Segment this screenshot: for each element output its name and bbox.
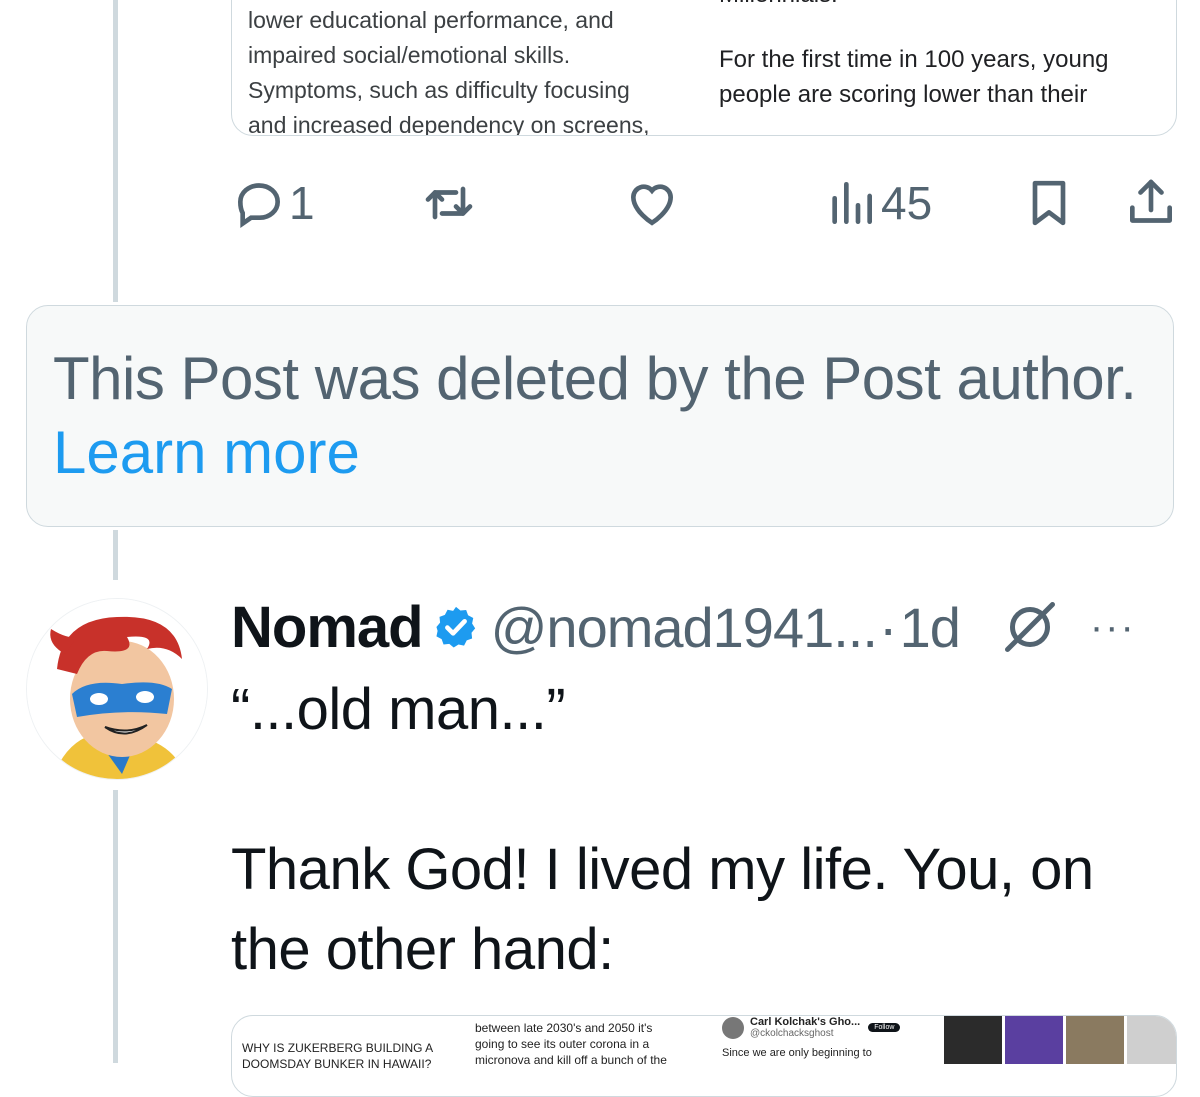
bookmark-button[interactable] [1021,168,1077,238]
media-text-line: WHY IS ZUKERBERG BUILDING A [242,1041,434,1055]
verified-badge-icon [436,606,475,648]
thumbnail [1066,1016,1124,1064]
post-header: Nomad @nomad1941... · 1d ··· [231,590,1191,664]
quoted-media-card[interactable]: lower educational performance, and impai… [231,0,1177,136]
quoted-line: For the first time in 100 years, young [719,46,1109,73]
quoted-line: impaired social/emotional skills. [248,42,571,68]
embedded-author-name: Carl Kolchak's Gho... [750,1016,861,1028]
analytics-icon [832,182,872,225]
heart-icon [630,184,674,226]
views-count: 45 [881,177,933,229]
media-panel-3: Carl Kolchak's Gho... @ckolchacksghost F… [722,1016,932,1059]
bookmark-icon [1032,180,1066,226]
reply-icon [237,183,281,228]
avatar[interactable] [26,598,208,780]
deleted-post-notice: This Post was deleted by the Post author… [26,305,1174,527]
media-text-line: going to see its outer corona in a [475,1037,650,1051]
quoted-line: lower educational performance, and [248,7,614,33]
thread-connector-top [113,0,118,302]
quoted-line: Millennials. [719,0,1159,12]
learn-more-link[interactable]: Learn more [53,416,360,490]
quoted-line: Symptoms, such as difficulty focusing [248,77,630,103]
more-options-icon[interactable]: ··· [1090,605,1136,650]
share-button[interactable] [1123,168,1179,238]
media-panel-2: between late 2030's and 2050 it's going … [475,1020,695,1068]
thumbnail [1005,1016,1063,1064]
embedded-avatar [722,1016,744,1039]
separator-dot: · [878,595,898,659]
like-button[interactable] [624,168,680,238]
grok-icon[interactable] [1000,597,1060,657]
views-button[interactable]: 45 [823,168,932,238]
author-name[interactable]: Nomad [231,594,424,661]
comic-hero-avatar-image [27,599,207,779]
post-action-bar: 1 45 [231,168,1181,238]
thumbnail [1127,1016,1176,1064]
media-text-line: DOOMSDAY BUNKER IN HAWAII? [242,1057,432,1071]
embedded-follow-badge: Follow [868,1023,901,1032]
thumbnail [944,1016,1002,1064]
thread-connector-mid [113,530,118,580]
embedded-text: Since we are only beginning to [722,1047,872,1059]
quoted-line: people are scoring lower than their [719,81,1088,108]
quoted-card-right-text: Millennials. For the first time in 100 y… [719,0,1159,112]
share-icon [1130,179,1172,223]
repost-button[interactable] [421,168,477,238]
media-text-line: micronova and kill off a bunch of the [475,1053,667,1067]
reply-button[interactable]: 1 [231,168,315,238]
quoted-card-left-text: lower educational performance, and impai… [248,3,688,136]
repost-icon [425,186,473,220]
reply-count: 1 [289,177,315,229]
post-media-card[interactable]: WHY IS ZUKERBERG BUILDING A DOOMSDAY BUN… [231,1015,1177,1097]
media-text-line: between late 2030's and 2050 it's [475,1021,653,1035]
post-timestamp[interactable]: 1d [900,595,961,660]
media-panel-1: WHY IS ZUKERBERG BUILDING A DOOMSDAY BUN… [242,1040,452,1072]
thread-connector-bottom [113,790,118,1063]
deleted-message: This Post was deleted by the Post author… [53,345,1137,412]
author-handle[interactable]: @nomad1941... [491,595,878,660]
media-thumbnail-strip [944,1016,1176,1064]
quoted-line: and increased dependency on screens, [248,112,650,136]
embedded-author-handle: @ckolchacksghost [750,1028,834,1039]
post-text: “...old man...” Thank God! I lived my li… [231,677,1094,982]
